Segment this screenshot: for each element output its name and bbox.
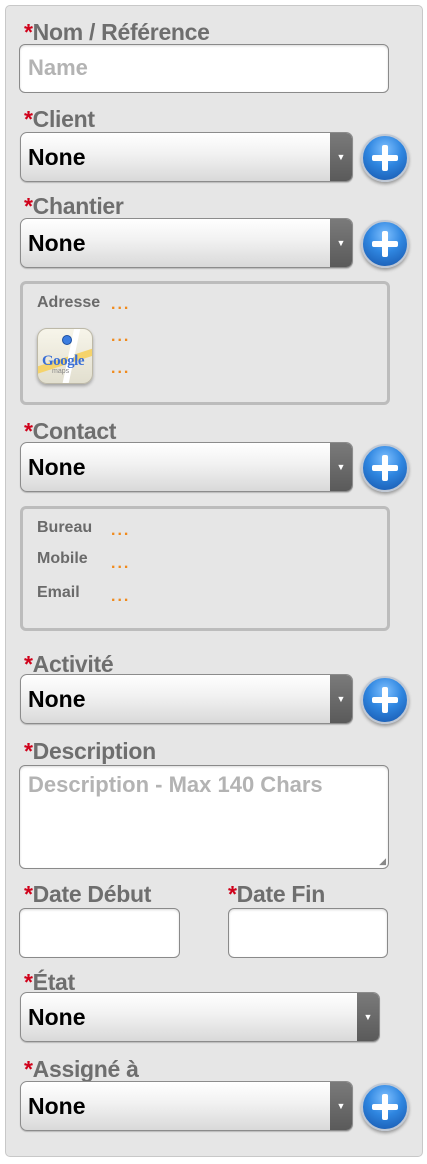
maps-subtext: maps: [52, 368, 70, 375]
client-select-value: None: [28, 144, 86, 170]
chevron-down-icon: ▼: [330, 1082, 352, 1130]
resize-handle-icon[interactable]: ◢: [379, 856, 386, 867]
description-placeholder: Description - Max 140 Chars: [28, 772, 323, 797]
adresse-label: Adresse: [37, 294, 101, 311]
add-activite-button[interactable]: [361, 676, 409, 724]
date-debut-input[interactable]: [19, 908, 180, 958]
etat-select[interactable]: None ▼: [20, 992, 380, 1042]
add-client-button[interactable]: [361, 134, 409, 182]
email-label: Email: [37, 584, 80, 601]
chantier-select[interactable]: None ▼: [20, 218, 353, 268]
contact-select[interactable]: None ▼: [20, 442, 353, 492]
chantier-label: *Chantier: [24, 193, 124, 219]
chevron-down-icon: ▼: [330, 443, 352, 491]
client-label: *Client: [24, 106, 95, 132]
activite-select[interactable]: None ▼: [20, 674, 353, 724]
chevron-down-icon: ▼: [330, 133, 352, 181]
bureau-value: ...: [111, 522, 131, 539]
address-line-3: ...: [111, 360, 131, 377]
add-assigne-button[interactable]: [361, 1083, 409, 1131]
mobile-value[interactable]: ...: [111, 555, 130, 573]
activite-select-value: None: [28, 686, 86, 712]
chevron-down-icon: ▼: [357, 993, 379, 1041]
client-select[interactable]: None ▼: [20, 132, 353, 182]
name-label: *Nom / Référence: [24, 19, 210, 45]
name-input[interactable]: Name: [19, 44, 389, 93]
assigne-select[interactable]: None ▼: [20, 1081, 353, 1131]
etat-select-value: None: [28, 1004, 86, 1030]
add-chantier-button[interactable]: [361, 220, 409, 268]
chantier-select-value: None: [28, 230, 86, 256]
bureau-label: Bureau: [37, 519, 93, 536]
contact-info-box: Bureau ... Mobile ... Email ...: [20, 506, 390, 631]
assigne-label: *Assigné à: [24, 1056, 139, 1082]
description-textarea[interactable]: Description - Max 140 Chars ◢: [19, 765, 389, 869]
chevron-down-icon: ▼: [330, 675, 352, 723]
mobile-label: Mobile: [37, 550, 88, 567]
date-debut-label: *Date Début: [24, 881, 152, 907]
address-box: Adresse ... ... ... Google maps: [20, 281, 390, 405]
chevron-down-icon: ▼: [330, 219, 352, 267]
assigne-select-value: None: [28, 1093, 86, 1119]
description-label: *Description: [24, 738, 156, 764]
contact-select-value: None: [28, 454, 86, 480]
address-line-2: ...: [111, 328, 131, 345]
add-contact-button[interactable]: [361, 444, 409, 492]
required-marker: *: [24, 19, 33, 45]
contact-label: *Contact: [24, 418, 117, 444]
email-value[interactable]: ...: [111, 588, 130, 606]
date-fin-input[interactable]: [228, 908, 388, 958]
name-placeholder: Name: [28, 55, 88, 80]
map-pin-icon: [62, 335, 72, 345]
date-fin-label: *Date Fin: [228, 881, 325, 907]
form-panel: *Nom / Référence Name *Client None ▼ *Ch…: [5, 5, 423, 1157]
address-line-1: ...: [111, 296, 131, 313]
google-maps-icon[interactable]: Google maps: [37, 328, 93, 384]
